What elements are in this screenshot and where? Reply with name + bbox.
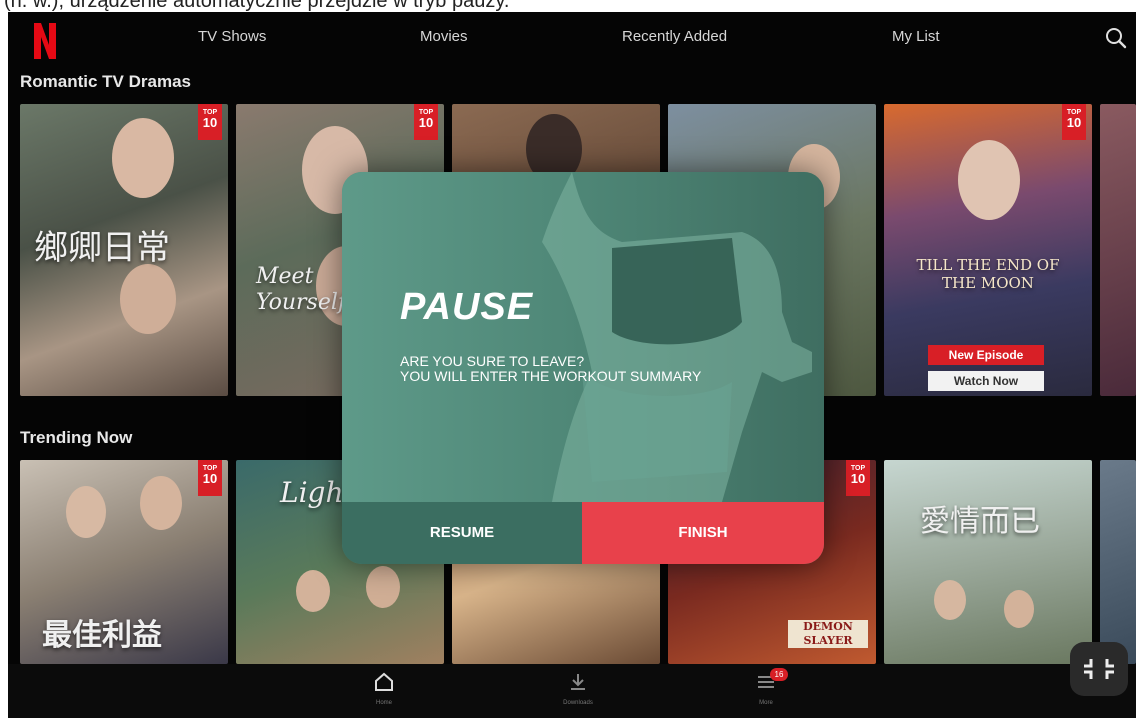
collapse-icon — [1084, 659, 1114, 679]
row-title-trending: Trending Now — [20, 428, 133, 447]
nav-item-movies[interactable]: Movies — [420, 28, 468, 45]
title-card[interactable] — [1100, 104, 1136, 396]
show-title: DEMON SLAYER — [788, 620, 868, 648]
dialog-background-image — [342, 172, 824, 502]
show-title: 愛情而已 — [920, 504, 1040, 539]
bottom-nav-more[interactable]: 16 More — [736, 668, 796, 706]
resume-button[interactable]: RESUME — [342, 502, 582, 564]
title-card[interactable] — [1100, 460, 1136, 664]
download-icon — [571, 674, 585, 690]
bottom-nav-downloads[interactable]: Downloads — [548, 672, 608, 706]
pause-heading: PAUSE — [400, 286, 534, 328]
show-title: Meet Yourself — [256, 264, 347, 315]
app-screen: TV Shows Movies Recently Added My List R… — [8, 12, 1136, 718]
pause-dialog: PAUSE ARE YOU SURE TO LEAVE? YOU WILL EN… — [342, 172, 824, 564]
watch-now-button[interactable]: Watch Now — [928, 371, 1044, 391]
netflix-n-logo[interactable] — [32, 21, 58, 61]
downloads-label: Downloads — [563, 700, 593, 706]
show-title: 鄉卿日常 — [34, 228, 170, 268]
search-icon[interactable] — [1104, 26, 1128, 50]
bottom-navigation: Home Downloads 16 More — [8, 664, 1136, 718]
home-label: Home — [375, 700, 392, 706]
top10-badge: TOP 10 — [1062, 104, 1086, 140]
title-card[interactable]: TOP 10 最佳利益 — [20, 460, 228, 664]
actor-face — [366, 566, 400, 608]
row-title-romantic: Romantic TV Dramas — [20, 72, 191, 91]
show-title: 最佳利益 — [42, 618, 162, 653]
notification-badge: 16 — [770, 668, 788, 681]
top10-badge: TOP 10 — [846, 460, 870, 496]
actor-face — [958, 140, 1020, 220]
top10-badge: TOP 10 — [414, 104, 438, 140]
exit-fullscreen-button[interactable] — [1070, 642, 1128, 696]
actor-face — [66, 486, 106, 538]
title-card[interactable]: 愛情而已 — [884, 460, 1092, 664]
title-card[interactable]: TOP 10 TILL THE END OF THE MOON New Episo… — [884, 104, 1092, 396]
title-card[interactable]: TOP 10 鄉卿日常 — [20, 104, 228, 396]
new-episode-label: New Episode — [928, 345, 1044, 365]
actor-face — [120, 264, 176, 334]
show-title: TILL THE END OF THE MOON — [916, 256, 1060, 292]
nav-item-tv-shows[interactable]: TV Shows — [198, 28, 266, 45]
leave-message-line1: ARE YOU SURE TO LEAVE? — [400, 353, 585, 369]
actor-face — [296, 570, 330, 612]
leave-message: ARE YOU SURE TO LEAVE? YOU WILL ENTER TH… — [400, 354, 701, 384]
page-caption: (n. w.), urządzenie automatycznie przejd… — [0, 0, 1136, 12]
leave-message-line2: YOU WILL ENTER THE WORKOUT SUMMARY — [400, 368, 702, 384]
caption-text: (n. w.), urządzenie automatycznie przejd… — [4, 0, 510, 12]
actor-face — [112, 118, 174, 198]
actor-face — [1004, 590, 1034, 628]
top-navigation: TV Shows Movies Recently Added My List — [8, 12, 1136, 62]
more-label: More — [759, 700, 773, 706]
nav-item-recently-added[interactable]: Recently Added — [622, 28, 727, 45]
actor-face — [140, 476, 182, 530]
finish-button[interactable]: FINISH — [582, 502, 824, 564]
home-icon — [375, 672, 393, 691]
bottom-nav-home[interactable]: Home — [354, 672, 414, 706]
actor-face — [934, 580, 966, 620]
top10-badge: TOP 10 — [198, 460, 222, 496]
top10-badge: TOP 10 — [198, 104, 222, 140]
athlete-illustration — [542, 172, 812, 502]
nav-item-my-list[interactable]: My List — [892, 28, 940, 45]
